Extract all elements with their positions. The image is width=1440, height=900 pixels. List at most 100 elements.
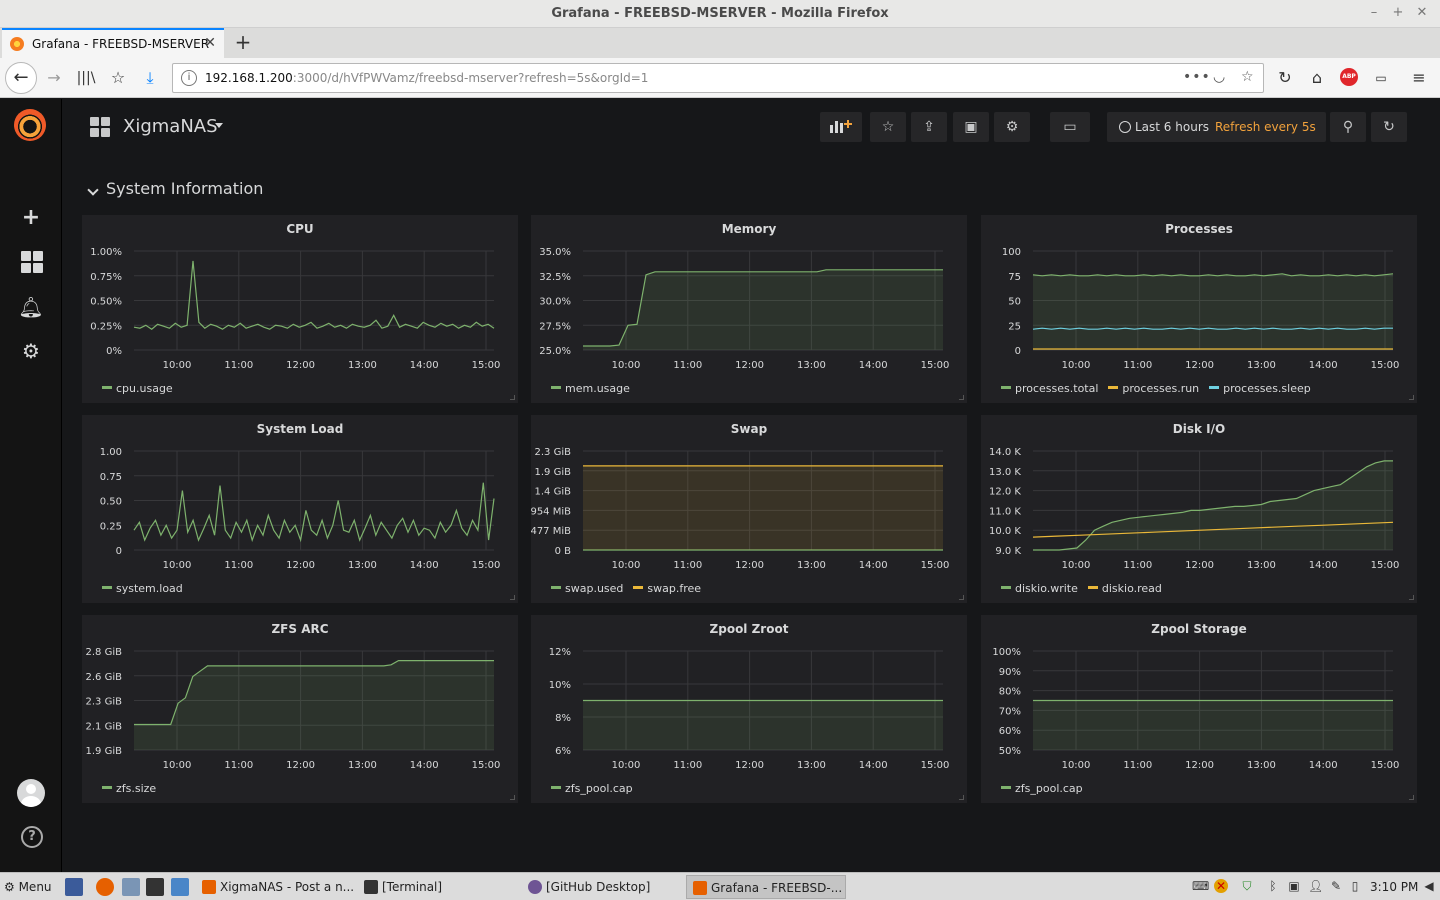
share-dashboard-button[interactable]: ⇪ — [911, 112, 947, 142]
panel-resize-handle[interactable] — [510, 395, 515, 400]
dashboard-caret-icon[interactable] — [215, 123, 223, 128]
keyboard-tray-icon[interactable]: ⌨ — [1192, 879, 1209, 893]
user-tray-icon[interactable]: 👤︎ — [1308, 879, 1323, 893]
bookmark-star-icon[interactable]: ☆ — [1241, 69, 1254, 85]
panel-disk-i-o[interactable]: Disk I/O 14.0 K 13.0 K 12.0 K 11.0 K 10.0 K 9.… — [981, 415, 1417, 603]
update-warning-tray-icon[interactable]: ✕ — [1214, 879, 1228, 893]
shield-tray-icon[interactable]: ⛉ — [1240, 879, 1254, 893]
site-info-icon[interactable]: i — [181, 70, 197, 86]
downloads-icon[interactable]: ⤓ — [138, 66, 162, 90]
zoom-out-button[interactable]: ⚲ — [1330, 112, 1366, 142]
pen-tray-icon[interactable]: ✎ — [1329, 879, 1343, 893]
panel-graph[interactable]: 100% 90% 80% 70% 60% 50% 10:00 11:00 12:00 13:00 1… — [981, 615, 1417, 803]
firefox-launcher-icon[interactable] — [96, 878, 114, 896]
pocket-icon[interactable]: ◡ — [1213, 69, 1225, 85]
legend-item[interactable]: processes.total — [1001, 382, 1098, 395]
new-tab-button[interactable]: + — [232, 30, 254, 54]
panel-resize-handle[interactable] — [1409, 795, 1414, 800]
panel-graph[interactable]: 12% 10% 8% 6% 10:00 11:00 12:00 13:00 14:00 15:00 — [531, 615, 967, 803]
panel-processes[interactable]: Processes 100 75 50 25 0 10:00 11:00 12:00 13:00 1… — [981, 215, 1417, 403]
panel-graph[interactable]: 2.8 GiB 2.6 GiB 2.3 GiB 2.1 GiB 1.9 GiB 10:00… — [82, 615, 518, 803]
configuration-gear-icon[interactable]: ⚙ — [18, 338, 44, 364]
legend-item[interactable]: system.load — [102, 582, 183, 595]
star-dashboard-button[interactable]: ☆ — [870, 112, 906, 142]
user-avatar[interactable] — [17, 779, 45, 807]
url-bar[interactable]: i 192.168.1.200:3000/d/hVfPWVamz/freebsd… — [172, 63, 1264, 93]
legend-item[interactable]: cpu.usage — [102, 382, 173, 395]
alerting-bell-icon[interactable]: 🔔︎ — [18, 294, 44, 320]
tv-mode-button[interactable]: ▭ — [1050, 112, 1090, 142]
panel-resize-handle[interactable] — [1409, 395, 1414, 400]
panel-cpu[interactable]: CPU 1.00% 0.75% 0.50% 0.25% 0% 10:00 11:00 12:00… — [82, 215, 518, 403]
legend-item[interactable]: zfs_pool.cap — [551, 782, 633, 795]
panel-resize-handle[interactable] — [510, 795, 515, 800]
maximize-button[interactable]: + — [1389, 5, 1407, 20]
task-github-desktop[interactable]: [GitHub Desktop] — [522, 875, 682, 899]
legend-item[interactable]: zfs.size — [102, 782, 156, 795]
panel-graph[interactable]: 1.00% 0.75% 0.50% 0.25% 0% 10:00 11:00 12:00 13:… — [82, 215, 518, 403]
panel-graph[interactable]: 100 75 50 25 0 10:00 11:00 12:00 13:00 14:00 15:00 — [981, 215, 1417, 403]
task-xigmanas-post[interactable]: XigmaNAS - Post a n... — [196, 875, 354, 899]
network-tray-icon[interactable]: ▣ — [1287, 879, 1301, 893]
page-actions-icon[interactable]: ••• — [1183, 69, 1211, 85]
back-button[interactable]: ← — [5, 62, 37, 94]
forward-button[interactable]: → — [42, 66, 66, 90]
panel-zpool-zroot[interactable]: Zpool Zroot 12% 10% 8% 6% 10:00 11:00 12:00 13:0… — [531, 615, 967, 803]
terminal-launcher-icon[interactable] — [146, 878, 164, 896]
panel-graph[interactable]: 14.0 K 13.0 K 12.0 K 11.0 K 10.0 K 9.0 K 10:00… — [981, 415, 1417, 603]
reload-icon[interactable]: ↻ — [1273, 66, 1297, 90]
home-icon[interactable]: ⌂ — [1305, 66, 1329, 90]
dashboard-title[interactable]: XigmaNAS — [123, 116, 218, 137]
panel-system-load[interactable]: System Load 1.00 0.75 0.50 0.25 0 10:00 11:00 12… — [82, 415, 518, 603]
help-icon[interactable]: ? — [21, 826, 43, 848]
tab-grafana[interactable]: Grafana - FREEBSD-MSERVER ✕ — [2, 28, 224, 58]
legend-item[interactable]: diskio.read — [1087, 582, 1162, 595]
panel-resize-handle[interactable] — [510, 595, 515, 600]
bluetooth-tray-icon[interactable]: ᛒ — [1266, 879, 1280, 893]
create-plus-icon[interactable]: + — [18, 205, 44, 231]
minimize-button[interactable]: – — [1365, 5, 1383, 20]
show-desktop-icon[interactable] — [65, 878, 83, 896]
task-terminal[interactable]: [Terminal] — [358, 875, 518, 899]
file-manager-launcher-icon[interactable] — [122, 878, 140, 896]
legend-item[interactable]: diskio.write — [1001, 582, 1078, 595]
refresh-button[interactable]: ↻ — [1371, 112, 1407, 142]
panel-graph[interactable]: 35.0% 32.5% 30.0% 27.5% 25.0% 10:00 11:00 12:00… — [531, 215, 967, 403]
panel-resize-handle[interactable] — [1409, 595, 1414, 600]
library-icon[interactable]: |||\ — [74, 66, 98, 90]
panel-resize-handle[interactable] — [959, 795, 964, 800]
panel-zfs-arc[interactable]: ZFS ARC 2.8 GiB 2.6 GiB 2.3 GiB 2.1 GiB 1.9 G… — [82, 615, 518, 803]
panel-graph[interactable]: 2.3 GiB 1.9 GiB 1.4 GiB 954 MiB 477 MiB 0 B 10… — [531, 415, 967, 603]
legend-item[interactable]: processes.sleep — [1209, 382, 1311, 395]
legend-item[interactable]: processes.run — [1108, 382, 1199, 395]
extension-icon[interactable]: ▭ — [1369, 66, 1393, 90]
menu-hamburger-icon[interactable]: ≡ — [1407, 66, 1431, 90]
x-tick-label: 10:00 — [163, 360, 192, 371]
pocket-save-icon[interactable]: ☆ — [106, 66, 130, 90]
task-grafana[interactable]: Grafana - FREEBSD-... — [686, 875, 846, 899]
legend-item[interactable]: swap.free — [633, 582, 701, 595]
panel-graph[interactable]: 1.00 0.75 0.50 0.25 0 10:00 11:00 12:00 13:00 14:… — [82, 415, 518, 603]
volume-tray-icon[interactable]: ◀ — [1422, 879, 1436, 893]
legend-item[interactable]: zfs_pool.cap — [1001, 782, 1083, 795]
legend-item[interactable]: swap.used — [551, 582, 623, 595]
adblock-plus-icon[interactable]: ABP — [1340, 68, 1358, 86]
panel-swap[interactable]: Swap 2.3 GiB 1.9 GiB 1.4 GiB 954 MiB 477 MiB 0… — [531, 415, 967, 603]
start-menu-button[interactable]: ⚙ Menu — [4, 877, 52, 897]
time-picker[interactable]: Last 6 hours Refresh every 5s — [1107, 112, 1326, 142]
close-window-button[interactable]: ✕ — [1413, 5, 1431, 20]
panel-zpool-storage[interactable]: Zpool Storage 100% 90% 80% 70% 60% 50% 10:00 11:… — [981, 615, 1417, 803]
panel-resize-handle[interactable] — [959, 395, 964, 400]
dashboard-settings-button[interactable]: ⚙ — [994, 112, 1030, 142]
folder-launcher-icon[interactable] — [171, 878, 189, 896]
add-panel-button[interactable] — [820, 112, 862, 142]
grafana-logo-icon[interactable] — [14, 109, 46, 141]
battery-tray-icon[interactable]: ▯ — [1348, 879, 1362, 893]
row-title[interactable]: System Information — [89, 179, 263, 198]
legend-item[interactable]: mem.usage — [551, 382, 630, 395]
panel-memory[interactable]: Memory 35.0% 32.5% 30.0% 27.5% 25.0% 10:00 11:0… — [531, 215, 967, 403]
dashboards-icon[interactable] — [21, 251, 43, 273]
save-dashboard-button[interactable]: ▣ — [953, 112, 989, 142]
panel-resize-handle[interactable] — [959, 595, 964, 600]
close-tab-icon[interactable]: ✕ — [204, 35, 216, 51]
